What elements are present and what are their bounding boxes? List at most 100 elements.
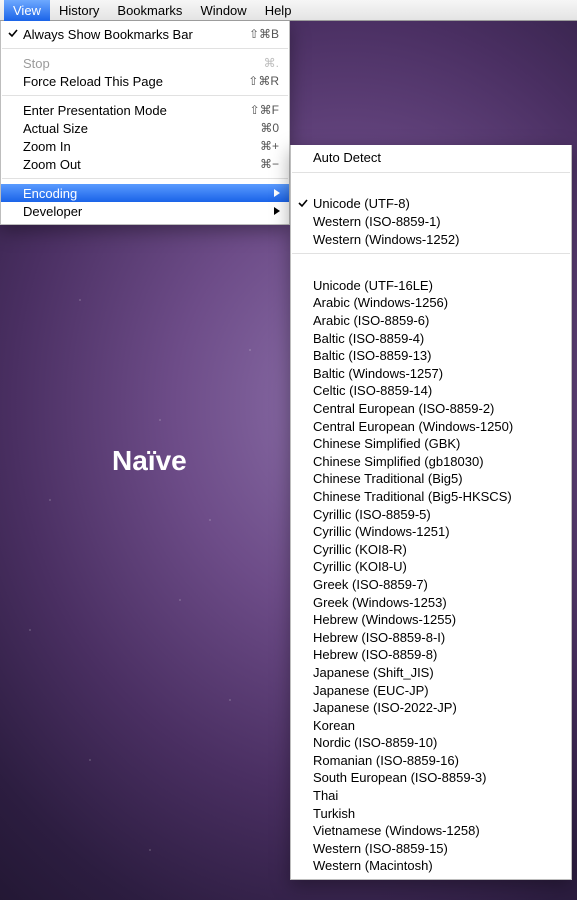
encoding-item[interactable]: Cyrillic (ISO-8859-5)	[291, 505, 571, 523]
menu-item-label: Encoding	[23, 186, 279, 201]
encoding-label: Chinese Traditional (Big5-HKSCS)	[313, 489, 561, 504]
encoding-item[interactable]: Auto Detect	[291, 149, 571, 167]
encoding-item[interactable]: Arabic (Windows-1256)	[291, 294, 571, 312]
menubar-item-history[interactable]: History	[50, 0, 108, 21]
menu-shortcut: ⇧⌘R	[248, 74, 279, 88]
encoding-item[interactable]: Japanese (EUC-JP)	[291, 681, 571, 699]
menu-shortcut: ⇧⌘F	[250, 103, 279, 117]
encoding-item[interactable]: South European (ISO-8859-3)	[291, 769, 571, 787]
menubar-item-help[interactable]: Help	[256, 0, 301, 21]
encoding-label: Turkish	[313, 806, 561, 821]
encoding-item[interactable]: Celtic (ISO-8859-14)	[291, 382, 571, 400]
encoding-item[interactable]: Greek (ISO-8859-7)	[291, 576, 571, 594]
encoding-item[interactable]: Greek (Windows-1253)	[291, 593, 571, 611]
encoding-item[interactable]: Cyrillic (Windows-1251)	[291, 523, 571, 541]
encoding-label: South European (ISO-8859-3)	[313, 770, 561, 785]
encoding-label: Cyrillic (KOI8-U)	[313, 559, 561, 574]
encoding-item[interactable]: Central European (Windows-1250)	[291, 417, 571, 435]
encoding-label: Western (ISO-8859-15)	[313, 841, 561, 856]
menubar-item-window[interactable]: Window	[191, 0, 255, 21]
menu-item-label: Actual Size	[23, 121, 250, 136]
encoding-item[interactable]: Western (Windows-1252)	[291, 230, 571, 248]
encoding-item[interactable]: Chinese Traditional (Big5-HKSCS)	[291, 488, 571, 506]
encoding-submenu: Auto DetectUnicode (UTF-8)Western (ISO-8…	[290, 145, 572, 880]
encoding-label: Hebrew (ISO-8859-8)	[313, 647, 561, 662]
menu-item-force-reload-this-page[interactable]: Force Reload This Page⇧⌘R	[1, 72, 289, 90]
encoding-label: Baltic (ISO-8859-4)	[313, 331, 561, 346]
encoding-item[interactable]: Arabic (ISO-8859-6)	[291, 312, 571, 330]
menu-item-developer[interactable]: Developer	[1, 202, 289, 220]
encoding-label: Thai	[313, 788, 561, 803]
encoding-label: Baltic (Windows-1257)	[313, 366, 561, 381]
encoding-label: Unicode (UTF-16LE)	[313, 278, 561, 293]
encoding-item[interactable]: Baltic (ISO-8859-13)	[291, 347, 571, 365]
encoding-label: Japanese (EUC-JP)	[313, 683, 561, 698]
menu-shortcut: ⌘0	[260, 121, 279, 135]
encoding-label: Chinese Traditional (Big5)	[313, 471, 561, 486]
encoding-label: Romanian (ISO-8859-16)	[313, 753, 561, 768]
menu-item-stop: Stop ⌘.	[1, 54, 289, 72]
menubar-item-view[interactable]: View	[4, 0, 50, 21]
menu-item-zoom-out[interactable]: Zoom Out ⌘−	[1, 155, 289, 173]
encoding-item[interactable]: Western (ISO-8859-15)	[291, 840, 571, 858]
encoding-item[interactable]: Baltic (Windows-1257)	[291, 365, 571, 383]
encoding-item[interactable]: Unicode (UTF-16LE)	[291, 277, 571, 295]
menu-item-actual-size[interactable]: Actual Size ⌘0	[1, 119, 289, 137]
menu-item-always-show-bookmarks-bar[interactable]: Always Show Bookmarks Bar⇧⌘B	[1, 25, 289, 43]
encoding-item[interactable]: Turkish	[291, 804, 571, 822]
encoding-item[interactable]: Vietnamese (Windows-1258)	[291, 822, 571, 840]
encoding-item[interactable]: Cyrillic (KOI8-R)	[291, 540, 571, 558]
desktop-text: Naïve	[112, 445, 187, 477]
encoding-label: Western (Macintosh)	[313, 858, 561, 873]
encoding-label: Greek (ISO-8859-7)	[313, 577, 561, 592]
encoding-label: Celtic (ISO-8859-14)	[313, 383, 561, 398]
menu-item-label: Zoom Out	[23, 157, 250, 172]
menu-item-zoom-in[interactable]: Zoom In⌘+	[1, 137, 289, 155]
encoding-label: Hebrew (Windows-1255)	[313, 612, 561, 627]
encoding-label: Baltic (ISO-8859-13)	[313, 348, 561, 363]
encoding-item[interactable]: Hebrew (ISO-8859-8-I)	[291, 628, 571, 646]
menu-shortcut: ⌘+	[260, 139, 279, 153]
encoding-item[interactable]: Korean	[291, 716, 571, 734]
encoding-label: Auto Detect	[313, 150, 561, 165]
menu-item-label: Stop	[23, 56, 254, 71]
encoding-label: Greek (Windows-1253)	[313, 595, 561, 610]
encoding-item[interactable]: Romanian (ISO-8859-16)	[291, 752, 571, 770]
menu-shortcut: ⌘.	[264, 56, 279, 70]
encoding-label: Japanese (ISO-2022-JP)	[313, 700, 561, 715]
encoding-item[interactable]: Chinese Traditional (Big5)	[291, 470, 571, 488]
encoding-item[interactable]: Western (ISO-8859-1)	[291, 213, 571, 231]
menu-item-enter-presentation-mode[interactable]: Enter Presentation Mode ⇧⌘F	[1, 101, 289, 119]
encoding-item[interactable]: Thai	[291, 787, 571, 805]
encoding-label: Arabic (Windows-1256)	[313, 295, 561, 310]
encoding-label: Korean	[313, 718, 561, 733]
menu-item-encoding[interactable]: Encoding	[1, 184, 289, 202]
encoding-label: Western (Windows-1252)	[313, 232, 561, 247]
encoding-item[interactable]: Cyrillic (KOI8-U)	[291, 558, 571, 576]
encoding-item[interactable]: Hebrew (ISO-8859-8)	[291, 646, 571, 664]
menu-item-label: Enter Presentation Mode	[23, 103, 240, 118]
menubar-item-bookmarks[interactable]: Bookmarks	[108, 0, 191, 21]
check-icon	[297, 197, 309, 209]
encoding-item[interactable]: Chinese Simplified (gb18030)	[291, 453, 571, 471]
encoding-label: Chinese Simplified (GBK)	[313, 436, 561, 451]
encoding-item[interactable]: Japanese (ISO-2022-JP)	[291, 699, 571, 717]
encoding-label: Central European (Windows-1250)	[313, 419, 561, 434]
encoding-item[interactable]: Chinese Simplified (GBK)	[291, 435, 571, 453]
encoding-item[interactable]: Japanese (Shift_JIS)	[291, 664, 571, 682]
encoding-item[interactable]: Central European (ISO-8859-2)	[291, 400, 571, 418]
menu-separator	[2, 178, 288, 179]
menu-shortcut: ⌘−	[260, 157, 279, 171]
menu-separator	[292, 172, 570, 191]
encoding-item[interactable]: Baltic (ISO-8859-4)	[291, 329, 571, 347]
menu-separator	[2, 48, 288, 49]
menu-item-label: Developer	[23, 204, 279, 219]
menu-separator	[292, 253, 570, 272]
encoding-label: Chinese Simplified (gb18030)	[313, 454, 561, 469]
encoding-label: Arabic (ISO-8859-6)	[313, 313, 561, 328]
encoding-item[interactable]: Hebrew (Windows-1255)	[291, 611, 571, 629]
encoding-item[interactable]: Western (Macintosh)	[291, 857, 571, 875]
encoding-label: Nordic (ISO-8859-10)	[313, 735, 561, 750]
encoding-item[interactable]: Nordic (ISO-8859-10)	[291, 734, 571, 752]
encoding-item[interactable]: Unicode (UTF-8)	[291, 195, 571, 213]
